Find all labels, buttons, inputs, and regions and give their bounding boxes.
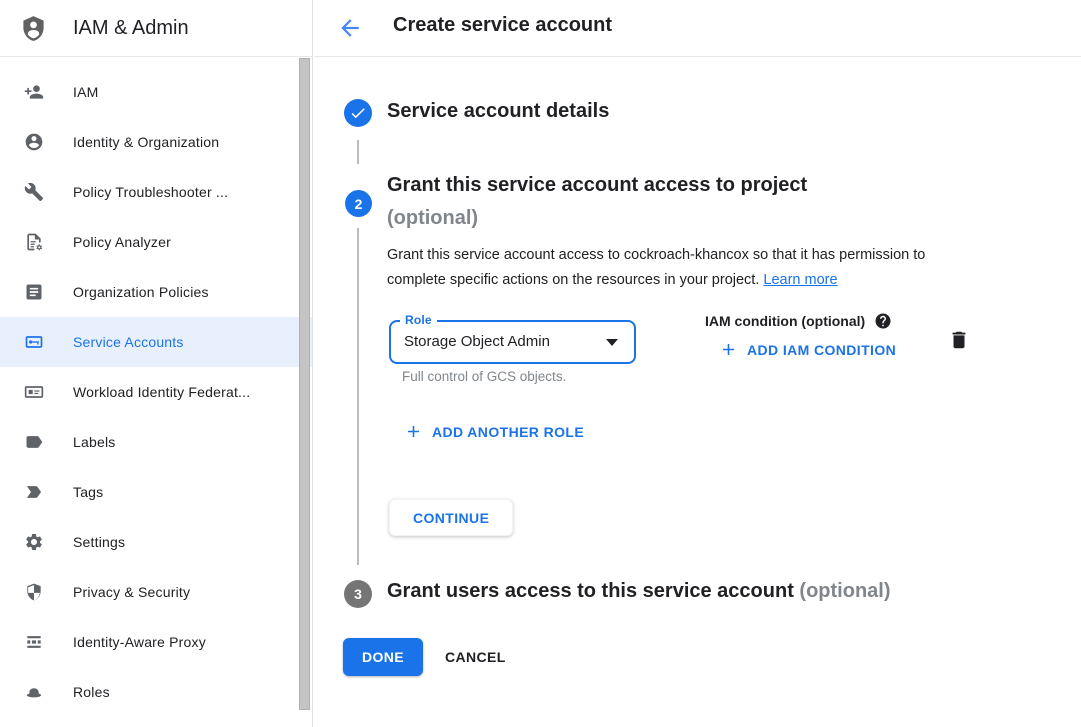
trash-icon — [948, 328, 970, 352]
iam-admin-page: IAM & Admin IAM Identity & Organization … — [0, 0, 1081, 727]
back-button[interactable] — [337, 15, 363, 41]
iam-condition-label: IAM condition (optional) — [705, 313, 865, 329]
add-iam-condition-label: ADD IAM CONDITION — [747, 342, 896, 358]
tag-icon — [24, 482, 44, 502]
shield-icon — [24, 582, 44, 602]
step2-description-text: Grant this service account access to coc… — [387, 247, 925, 288]
step2-title: Grant this service account access to pro… — [387, 169, 807, 235]
person-add-icon — [24, 82, 44, 102]
sidebar-item-label: Labels — [73, 434, 115, 450]
sidebar-item-label: Privacy & Security — [73, 584, 190, 600]
hat-icon — [24, 682, 44, 702]
app-title: IAM & Admin — [73, 17, 189, 40]
step1-title: Service account details — [387, 100, 609, 123]
role-helper-text: Full control of GCS objects. — [402, 369, 566, 384]
page-title: Create service account — [393, 14, 612, 37]
step-connector-line — [357, 140, 359, 164]
sidebar-item-iam[interactable]: IAM — [0, 67, 312, 117]
sidebar-item-service-accounts[interactable]: Service Accounts — [0, 317, 312, 367]
main-header: Create service account — [314, 0, 1081, 57]
step3-number-badge: 3 — [344, 580, 372, 608]
account-circle-icon — [24, 132, 44, 152]
iam-condition-header: IAM condition (optional) — [705, 312, 892, 330]
sidebar-item-label: Organization Policies — [73, 284, 209, 300]
continue-button[interactable]: CONTINUE — [389, 499, 513, 536]
chevron-down-icon — [606, 339, 618, 346]
plus-icon — [404, 422, 423, 441]
add-another-role-label: ADD ANOTHER ROLE — [432, 424, 584, 440]
done-button[interactable]: DONE — [343, 638, 423, 676]
plus-icon — [719, 340, 738, 359]
add-iam-condition-button[interactable]: ADD IAM CONDITION — [719, 340, 896, 359]
label-icon — [24, 432, 44, 452]
step2-number-badge: 2 — [345, 190, 372, 217]
sidebar-item-tags[interactable]: Tags — [0, 467, 312, 517]
wrench-icon — [24, 182, 44, 202]
sidebar-item-privacy-security[interactable]: Privacy & Security — [0, 567, 312, 617]
sidebar-nav: IAM Identity & Organization Policy Troub… — [0, 67, 312, 717]
sidebar-item-label: Identity-Aware Proxy — [73, 634, 206, 650]
sidebar-item-label: Settings — [73, 534, 125, 550]
sidebar-header: IAM & Admin — [0, 0, 312, 57]
id-card-icon — [24, 382, 44, 402]
sidebar-item-label: Identity & Organization — [73, 134, 219, 150]
role-select[interactable]: Role Storage Object Admin — [389, 320, 636, 364]
sidebar-item-label: Workload Identity Federat... — [73, 384, 250, 400]
role-select-value: Storage Object Admin — [404, 322, 550, 362]
step3-title: Grant users access to this service accou… — [387, 580, 891, 603]
article-icon — [24, 282, 44, 302]
sidebar-item-identity-organization[interactable]: Identity & Organization — [0, 117, 312, 167]
delete-role-button[interactable] — [948, 327, 972, 353]
document-gear-icon — [24, 232, 44, 252]
sidebar-item-label: Policy Troubleshooter ... — [73, 184, 228, 200]
iam-shield-logo-icon — [20, 14, 47, 43]
gear-icon — [24, 532, 44, 552]
sidebar-item-policy-troubleshooter[interactable]: Policy Troubleshooter ... — [0, 167, 312, 217]
help-icon[interactable] — [874, 312, 892, 330]
sidebar-item-policy-analyzer[interactable]: Policy Analyzer — [0, 217, 312, 267]
cancel-button[interactable]: CANCEL — [437, 638, 514, 676]
add-another-role-button[interactable]: ADD ANOTHER ROLE — [404, 422, 584, 441]
step2-title-text: Grant this service account access to pro… — [387, 169, 807, 202]
sidebar-item-settings[interactable]: Settings — [0, 517, 312, 567]
arrow-back-icon — [337, 15, 363, 41]
step2-optional-label: (optional) — [387, 202, 807, 235]
service-account-key-icon — [24, 332, 44, 352]
learn-more-link[interactable]: Learn more — [763, 272, 837, 288]
sidebar-scrollbar[interactable] — [299, 58, 310, 710]
sidebar-item-label: Policy Analyzer — [73, 234, 171, 250]
step2-connector-line — [357, 228, 359, 565]
sidebar-item-workload-identity-federation[interactable]: Workload Identity Federat... — [0, 367, 312, 417]
step3-title-text: Grant users access to this service accou… — [387, 580, 794, 602]
sidebar-item-label: Roles — [73, 684, 110, 700]
sidebar-item-labels[interactable]: Labels — [0, 417, 312, 467]
sidebar-item-identity-aware-proxy[interactable]: Identity-Aware Proxy — [0, 617, 312, 667]
sidebar-item-label: Tags — [73, 484, 103, 500]
step2-description: Grant this service account access to coc… — [387, 243, 979, 293]
sidebar-item-label: Service Accounts — [73, 334, 184, 350]
sidebar-item-label: IAM — [73, 84, 99, 100]
proxy-stripes-icon — [24, 632, 44, 652]
sidebar-item-roles[interactable]: Roles — [0, 667, 312, 717]
step1-completed-check-icon — [344, 99, 372, 127]
sidebar-item-organization-policies[interactable]: Organization Policies — [0, 267, 312, 317]
step3-optional-label: (optional) — [799, 580, 890, 602]
sidebar: IAM & Admin IAM Identity & Organization … — [0, 0, 313, 727]
